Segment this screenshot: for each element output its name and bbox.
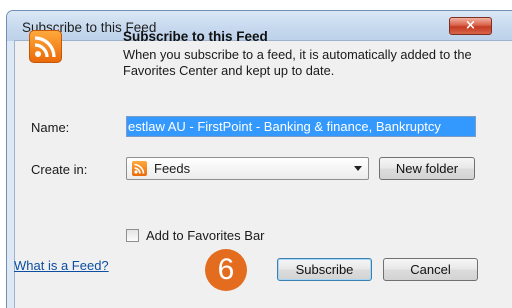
rss-feed-icon: [29, 30, 62, 63]
create-in-label: Create in:: [31, 162, 88, 177]
close-button[interactable]: ×: [449, 17, 492, 35]
add-to-favorites-bar-label[interactable]: Add to Favorites Bar: [146, 228, 265, 243]
add-to-favorites-bar-checkbox[interactable]: [126, 229, 139, 242]
feeds-folder-icon: [132, 161, 147, 176]
step-number-badge: 6: [205, 249, 247, 291]
create-in-selected-value: Feeds: [154, 161, 191, 176]
dialog-heading: Subscribe to this Feed: [123, 29, 268, 44]
dialog-description: When you subscribe to a feed, it is auto…: [123, 47, 472, 78]
what-is-a-feed-link[interactable]: What is a Feed?: [14, 258, 109, 273]
close-icon: ×: [465, 18, 476, 33]
feed-name-input[interactable]: estlaw AU - FirstPoint - Banking & finan…: [126, 116, 476, 137]
chevron-down-icon[interactable]: [354, 166, 362, 171]
name-label: Name:: [31, 120, 70, 135]
new-folder-button[interactable]: New folder: [379, 157, 475, 180]
subscribe-button[interactable]: Subscribe: [277, 258, 372, 281]
cancel-button[interactable]: Cancel: [383, 258, 478, 281]
create-in-dropdown[interactable]: Feeds: [126, 157, 369, 180]
